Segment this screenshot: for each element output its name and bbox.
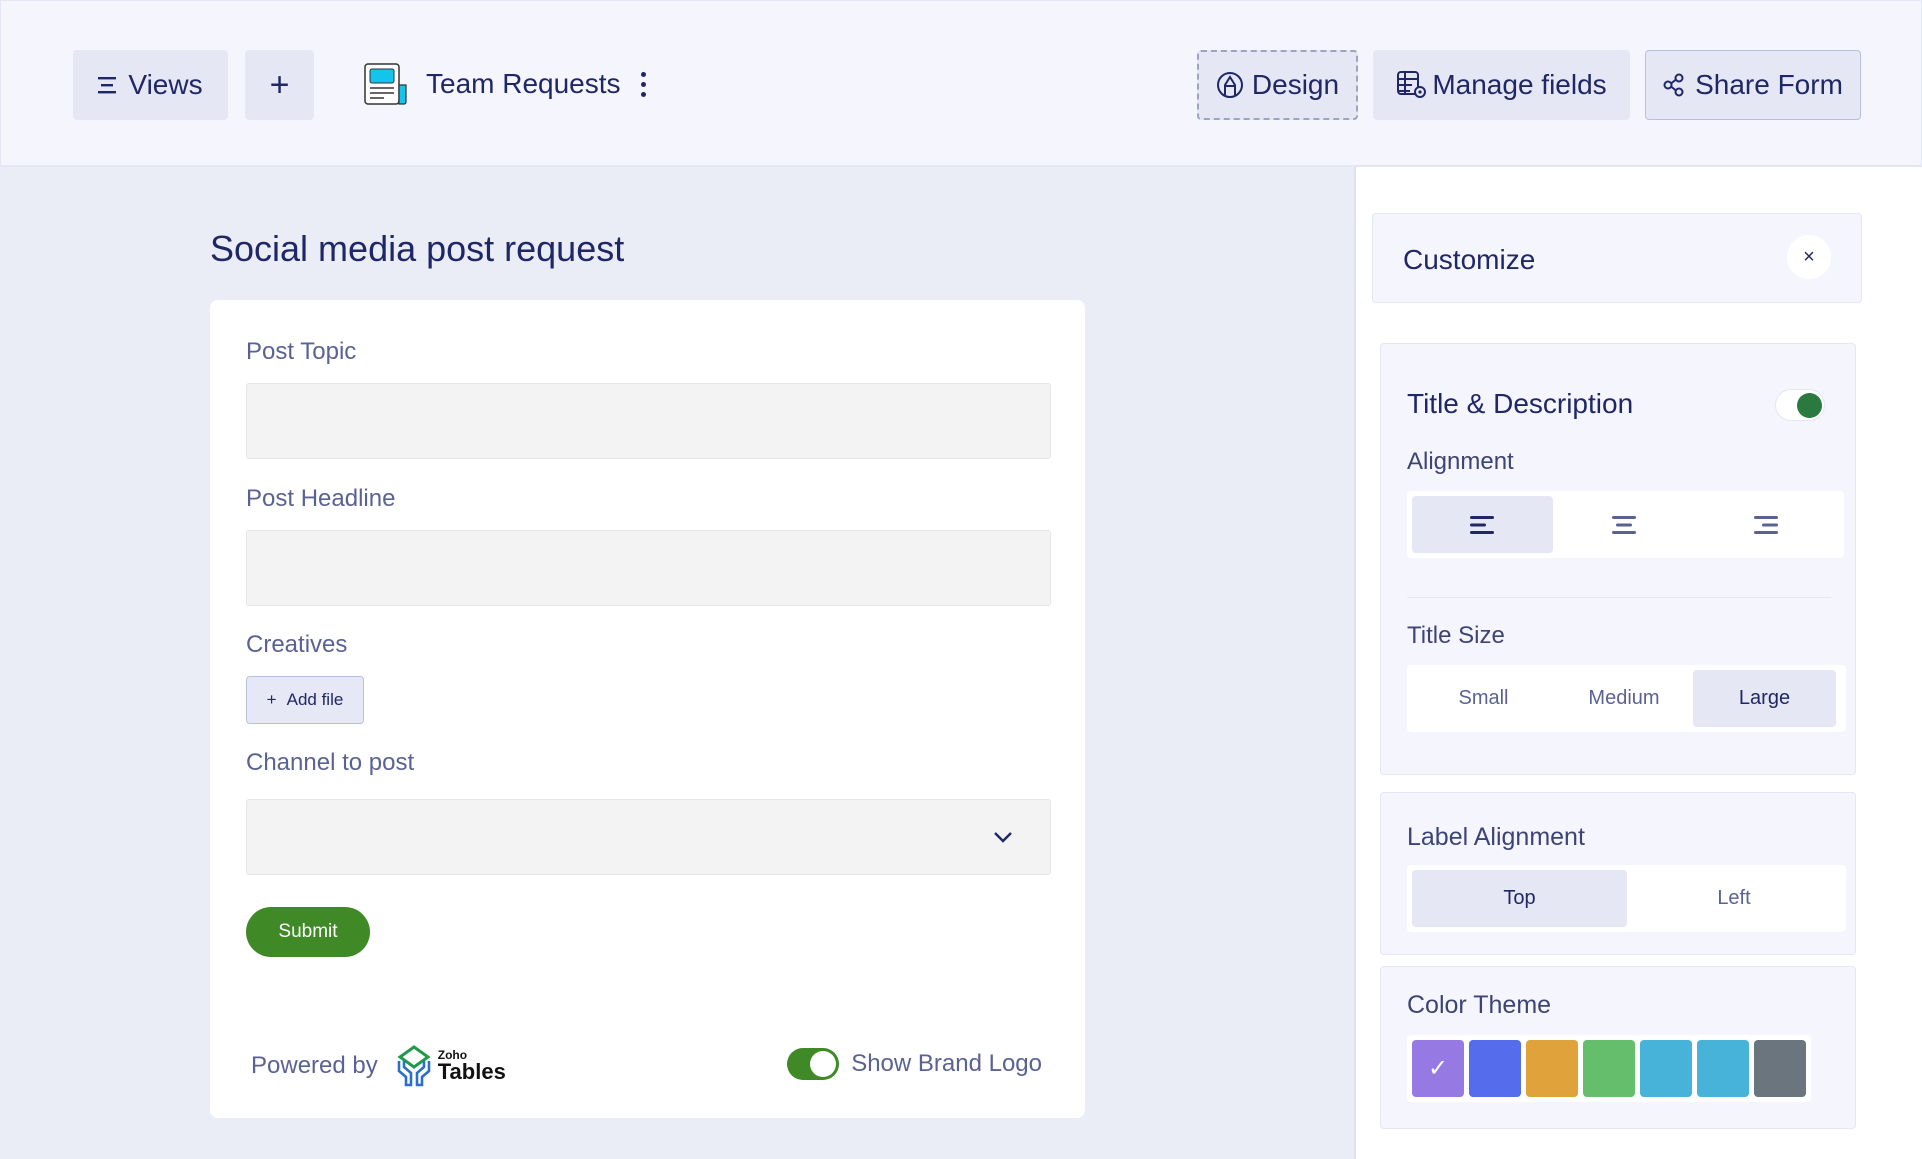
design-label: Design <box>1251 69 1340 100</box>
customize-title: Customize <box>1403 244 1536 275</box>
color-theme-section: Color Theme ✓ <box>1380 966 1856 1129</box>
color-swatch[interactable] <box>1526 1040 1578 1097</box>
menu-lines-icon <box>98 77 117 94</box>
top-toolbar: Views + Team Requests Design Manage fiel… <box>0 0 1922 167</box>
newspaper-icon <box>364 63 407 105</box>
show-brand-logo-label: Show Brand Logo <box>851 1050 1042 1077</box>
title-description-section: Title & Description Alignment Title Size… <box>1380 343 1856 775</box>
align-left-button[interactable] <box>1412 496 1553 553</box>
check-icon: ✓ <box>1427 1055 1449 1082</box>
label-align-left[interactable]: Left <box>1627 870 1841 927</box>
color-swatches: ✓ <box>1407 1035 1811 1102</box>
sheet-selector[interactable]: Team Requests <box>364 63 646 105</box>
creatives-label: Creatives <box>246 631 348 658</box>
views-button[interactable]: Views <box>73 50 228 120</box>
label-align-top[interactable]: Top <box>1412 870 1627 927</box>
color-swatch[interactable] <box>1697 1040 1749 1097</box>
color-swatch[interactable]: ✓ <box>1412 1040 1464 1097</box>
add-file-label: Add file <box>286 690 344 709</box>
align-center-icon <box>1611 515 1636 534</box>
powered-by: Powered by Zoho Tables <box>251 1045 506 1087</box>
submit-button[interactable]: Submit <box>246 907 370 957</box>
color-swatch[interactable] <box>1583 1040 1635 1097</box>
color-swatch[interactable] <box>1640 1040 1692 1097</box>
customize-panel: Customize × Title & Description Alignmen… <box>1354 167 1922 1159</box>
post-topic-label: Post Topic <box>246 338 357 365</box>
align-center-button[interactable] <box>1553 496 1694 553</box>
design-pencil-icon <box>1216 72 1243 98</box>
title-size-large[interactable]: Large <box>1693 670 1836 727</box>
zoho-tables-cube-icon <box>397 1045 431 1087</box>
sheet-title: Team Requests <box>426 68 621 99</box>
post-headline-label: Post Headline <box>246 485 396 512</box>
alignment-label: Alignment <box>1407 448 1514 475</box>
color-theme-label: Color Theme <box>1407 991 1552 1019</box>
table-settings-icon <box>1397 71 1427 98</box>
label-alignment-label: Label Alignment <box>1407 823 1585 851</box>
customize-header: Customize × <box>1372 213 1862 303</box>
powered-by-text: Powered by <box>251 1052 378 1079</box>
align-left-icon <box>1469 515 1494 534</box>
show-brand-logo-control: Show Brand Logo <box>787 1048 1042 1080</box>
form-title: Social media post request <box>210 228 625 269</box>
channel-label: Channel to post <box>246 749 415 776</box>
alignment-segmented <box>1407 491 1844 558</box>
form-card: Post Topic Post Headline Creatives + Add… <box>210 300 1085 1118</box>
title-description-label: Title & Description <box>1407 388 1634 419</box>
logo-tables-text: Tables <box>437 1059 506 1084</box>
close-icon[interactable]: × <box>1787 235 1831 279</box>
share-icon <box>1663 73 1684 97</box>
label-alignment-segmented: Top Left <box>1407 865 1846 932</box>
manage-fields-button[interactable]: Manage fields <box>1373 50 1630 120</box>
show-brand-logo-toggle[interactable] <box>787 1048 840 1080</box>
label-alignment-section: Label Alignment Top Left <box>1380 792 1856 955</box>
more-options-icon[interactable] <box>640 71 646 97</box>
share-form-button[interactable]: Share Form <box>1645 50 1861 120</box>
title-size-medium[interactable]: Medium <box>1555 670 1693 727</box>
post-topic-input[interactable] <box>246 383 1051 459</box>
channel-select[interactable] <box>246 799 1051 875</box>
add-view-button[interactable]: + <box>245 50 314 120</box>
title-size-small[interactable]: Small <box>1412 670 1555 727</box>
title-size-label: Title Size <box>1407 622 1505 649</box>
align-right-button[interactable] <box>1694 496 1835 553</box>
zoho-tables-logo: Zoho Tables <box>396 1045 506 1087</box>
title-size-segmented: Small Medium Large <box>1407 665 1846 732</box>
design-button[interactable]: Design <box>1197 50 1358 120</box>
share-form-label: Share Form <box>1695 69 1843 100</box>
add-file-button[interactable]: + Add file <box>246 676 364 724</box>
chevron-down-icon <box>994 832 1012 843</box>
post-headline-input[interactable] <box>246 530 1051 606</box>
plus-icon: + <box>269 65 290 104</box>
title-description-toggle[interactable] <box>1775 389 1825 421</box>
section-divider <box>1407 597 1831 598</box>
align-right-icon <box>1753 515 1778 534</box>
color-swatch[interactable] <box>1469 1040 1521 1097</box>
color-swatch[interactable] <box>1754 1040 1806 1097</box>
plus-icon: + <box>266 690 277 709</box>
views-label: Views <box>128 69 203 100</box>
manage-fields-label: Manage fields <box>1432 69 1607 100</box>
